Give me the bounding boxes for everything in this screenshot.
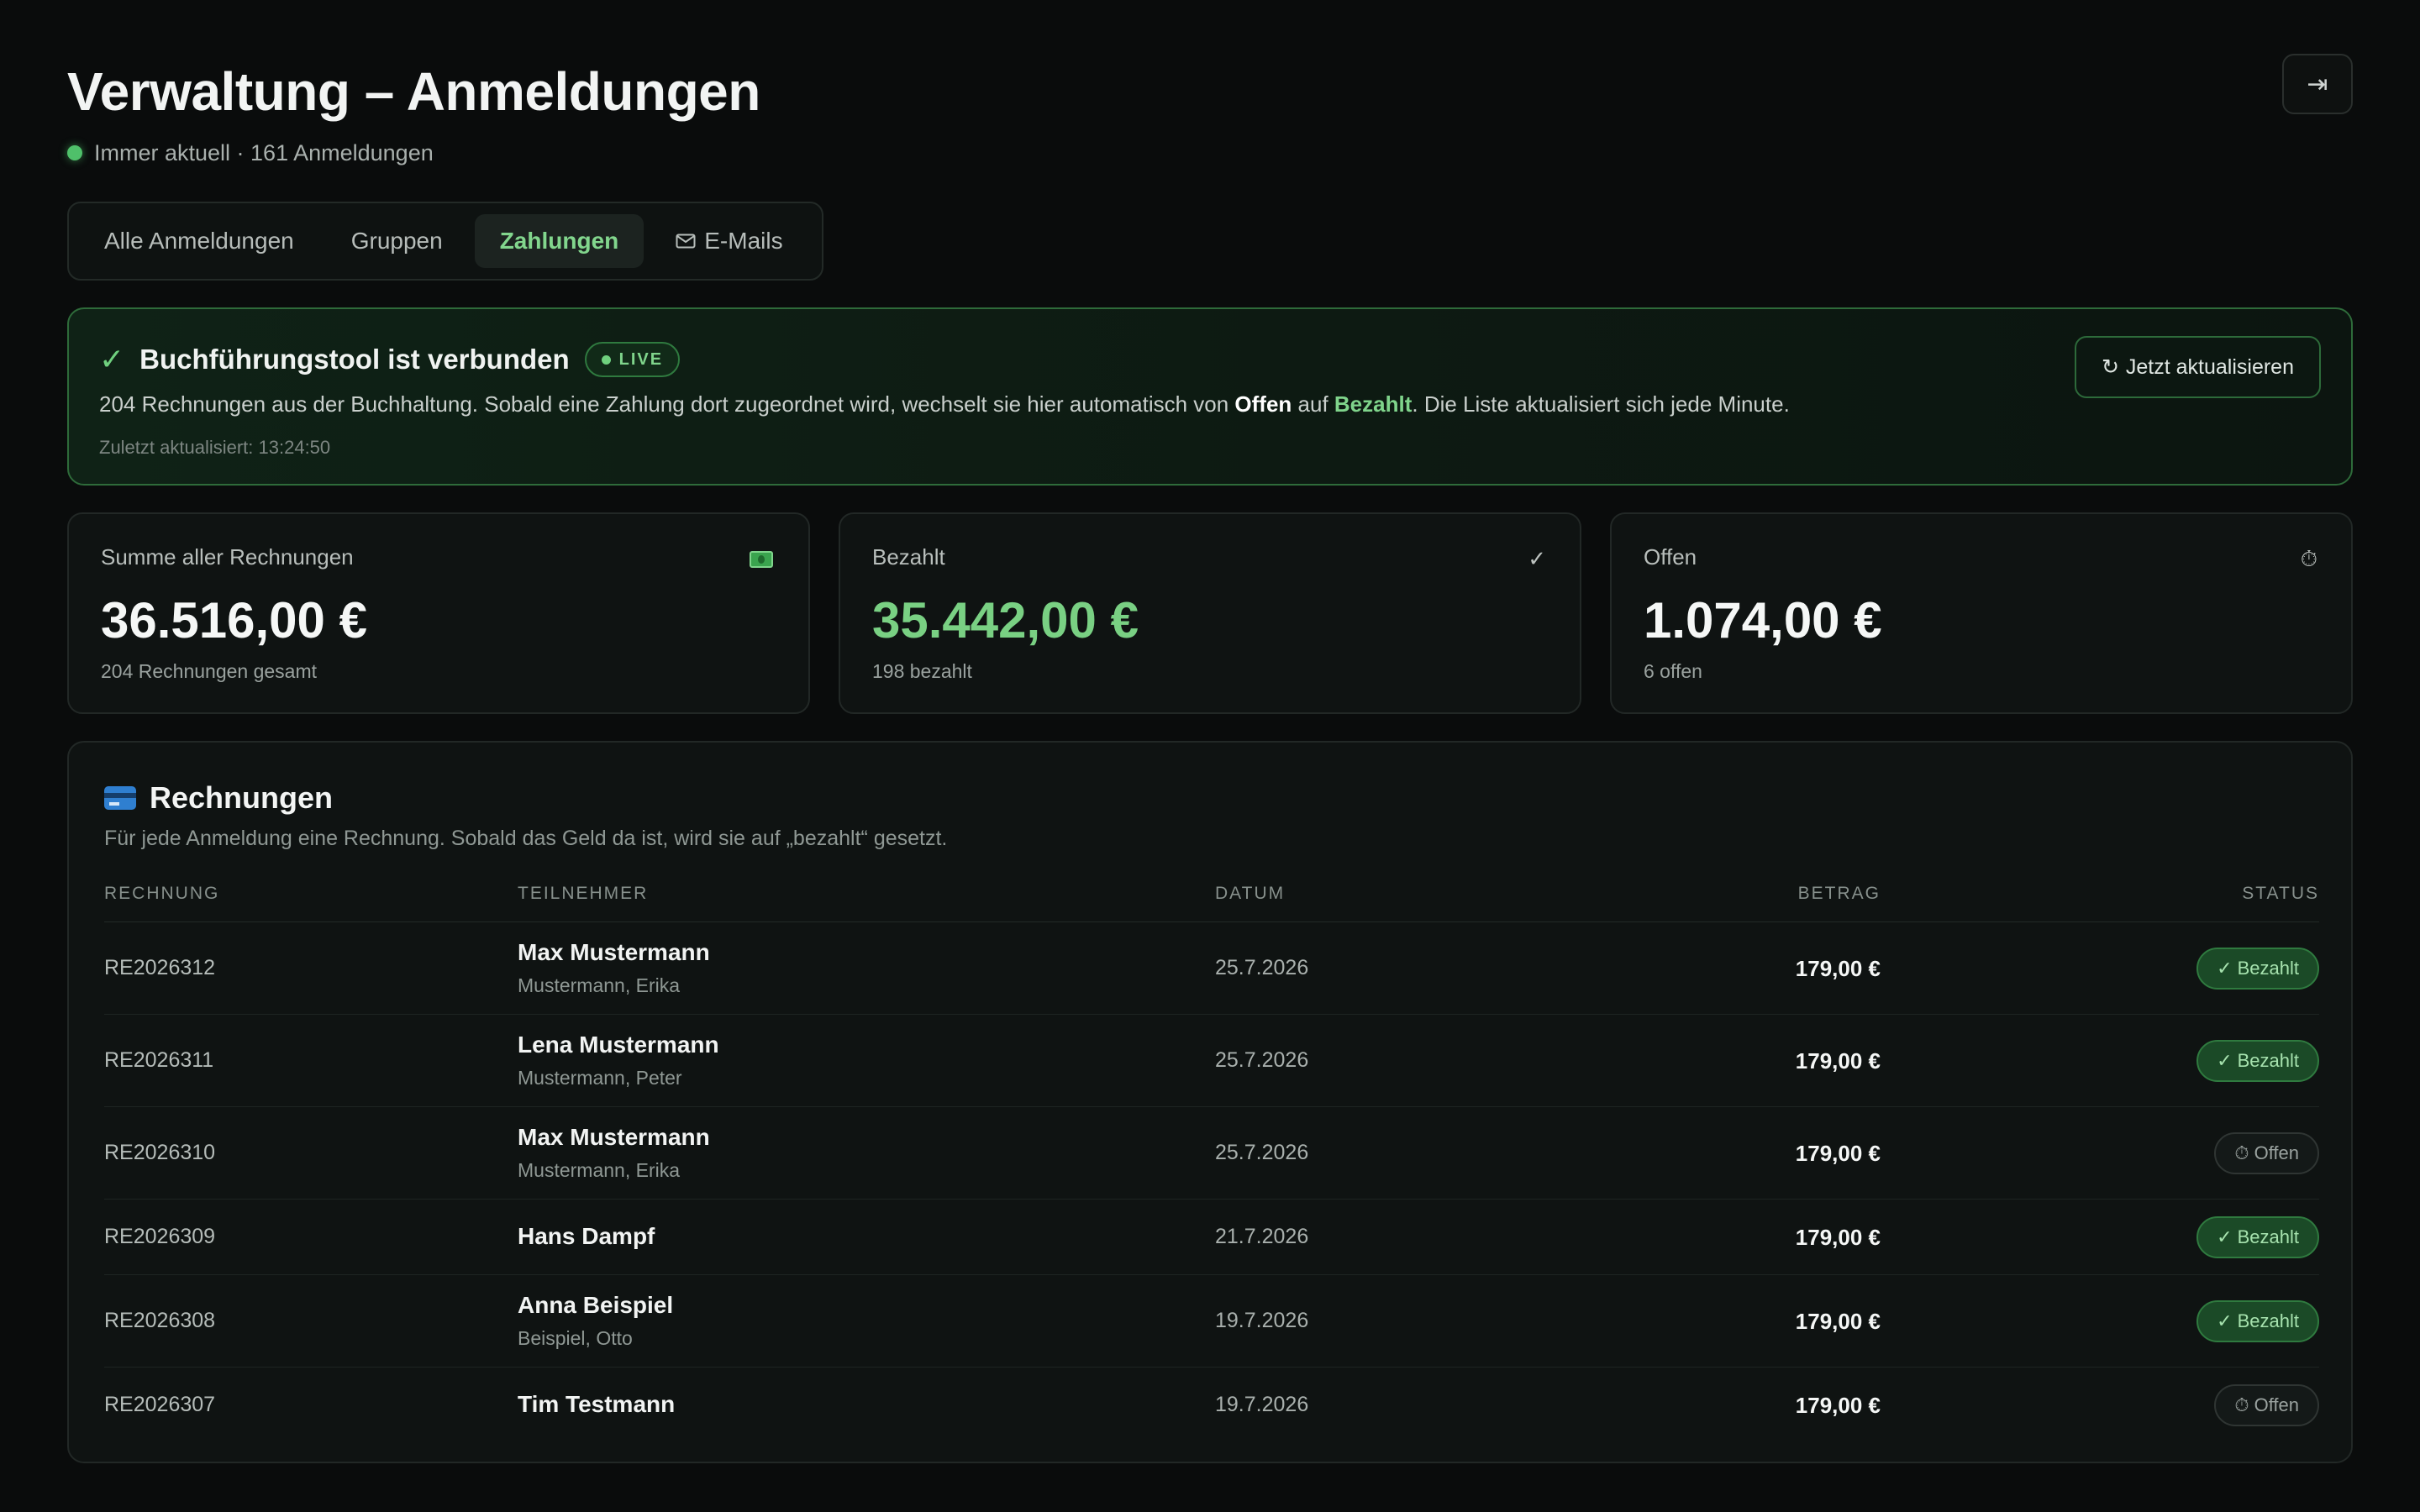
table-row[interactable]: RE2026312 Max Mustermann Mustermann, Eri… <box>104 922 2319 1015</box>
participant-name: Max Mustermann <box>518 939 710 965</box>
table-row[interactable]: RE2026307 Tim Testmann 19.7.2026 179,00 … <box>104 1368 2319 1443</box>
column-header-date: DATUM <box>1215 884 1286 903</box>
cash-icon <box>750 551 773 568</box>
live-badge: LIVE <box>584 342 681 377</box>
refresh-icon: ↻ <box>2101 355 2119 379</box>
tab-bar: Alle Anmeldungen Gruppen Zahlungen E-Mai… <box>67 202 823 281</box>
table-row[interactable]: RE2026308 Anna Beispiel Beispiel, Otto 1… <box>104 1275 2319 1368</box>
mail-icon <box>676 234 696 249</box>
stat-value: 1.074,00 € <box>1644 592 1882 648</box>
stat-sub: 204 Rechnungen gesamt <box>101 660 318 682</box>
participant-name: Anna Beispiel <box>518 1292 674 1318</box>
invoice-date: 21.7.2026 <box>1215 1225 1309 1248</box>
accounting-connected-banner: ✓ Buchführungstool ist verbunden LIVE 20… <box>67 307 2353 486</box>
participant-sub: Beispiel, Otto <box>518 1327 633 1349</box>
logout-icon: ⇥ <box>2307 70 2328 98</box>
banner-title: Buchführungstool ist verbunden <box>139 344 570 375</box>
invoice-amount: 179,00 € <box>1795 956 1881 981</box>
timer-icon: ⏱ <box>2300 546 2317 571</box>
invoices-title: Rechnungen <box>150 780 334 815</box>
participant-sub: Mustermann, Erika <box>518 974 681 996</box>
invoice-date: 25.7.2026 <box>1215 956 1309 979</box>
tab-label: E-Mails <box>704 228 783 254</box>
page-subtitle: Immer aktuell · 161 Anmeldungen <box>67 136 434 170</box>
column-header-amount: BETRAG <box>1797 884 1881 903</box>
tab-groups[interactable]: Gruppen <box>326 214 468 268</box>
desc-text: 204 Rechnungen aus der Buchhaltung. Soba… <box>99 391 1235 417</box>
table-header: RECHNUNG TEILNEHMER DATUM BETRAG STATUS <box>104 875 2319 922</box>
stat-label: Summe aller Rechnungen <box>101 544 354 570</box>
invoice-amount: 179,00 € <box>1795 1309 1881 1334</box>
live-status-dot <box>67 145 82 160</box>
logout-button[interactable]: ⇥ <box>2282 54 2353 114</box>
status-badge: ⏱ Offen <box>2214 1132 2319 1174</box>
invoice-date: 19.7.2026 <box>1215 1393 1309 1416</box>
stat-sub: 198 bezahlt <box>872 660 972 682</box>
desc-text: auf <box>1292 391 1334 417</box>
invoice-number: RE2026311 <box>104 1048 214 1072</box>
stat-sub: 6 offen <box>1644 660 1702 682</box>
credit-card-icon <box>104 786 136 810</box>
invoice-number: RE2026310 <box>104 1141 216 1164</box>
participant-name: Max Mustermann <box>518 1124 710 1150</box>
invoice-number: RE2026309 <box>104 1225 216 1248</box>
status-badge: ✓ Bezahlt <box>2196 1300 2319 1342</box>
invoices-description: Für jede Anmeldung eine Rechnung. Sobald… <box>104 827 948 850</box>
column-header-invoice: RECHNUNG <box>104 884 220 903</box>
invoice-number: RE2026307 <box>104 1393 216 1416</box>
tab-label: Gruppen <box>350 228 443 254</box>
invoice-amount: 179,00 € <box>1795 1225 1881 1250</box>
tab-all-registrations[interactable]: Alle Anmeldungen <box>79 214 319 268</box>
invoice-number: RE2026308 <box>104 1309 216 1332</box>
participant-name: Tim Testmann <box>518 1391 676 1417</box>
invoice-date: 25.7.2026 <box>1215 1141 1309 1164</box>
invoice-amount: 179,00 € <box>1795 1141 1881 1166</box>
status-badge: ✓ Bezahlt <box>2196 948 2319 990</box>
subtitle-text: Immer aktuell · 161 Anmeldungen <box>94 139 434 165</box>
table-row[interactable]: RE2026311 Lena Mustermann Mustermann, Pe… <box>104 1015 2319 1107</box>
status-badge: ⏱ Offen <box>2214 1384 2319 1426</box>
table-row[interactable]: RE2026310 Max Mustermann Mustermann, Eri… <box>104 1107 2319 1200</box>
refresh-button[interactable]: ↻ Jetzt aktualisieren <box>2074 336 2321 398</box>
status-badge: ✓ Bezahlt <box>2196 1040 2319 1082</box>
live-badge-dot <box>601 354 611 365</box>
stat-card-total: Summe aller Rechnungen 36.516,00 € 204 R… <box>67 512 810 714</box>
desc-paid: Bezahlt <box>1334 391 1413 417</box>
status-badge: ✓ Bezahlt <box>2196 1216 2319 1258</box>
stat-card-open: Offen ⏱ 1.074,00 € 6 offen <box>1610 512 2353 714</box>
page-title: Verwaltung – Anmeldungen <box>67 61 760 122</box>
live-badge-label: LIVE <box>618 349 664 369</box>
invoices-header: Rechnungen <box>104 776 333 820</box>
stat-card-paid: Bezahlt ✓ 35.442,00 € 198 bezahlt <box>839 512 1581 714</box>
stat-label: Bezahlt <box>872 544 945 570</box>
desc-text: . Die Liste aktualisiert sich jede Minut… <box>1412 391 1790 417</box>
refresh-label: Jetzt aktualisieren <box>2125 354 2294 379</box>
tab-payments[interactable]: Zahlungen <box>474 214 644 268</box>
invoice-number: RE2026312 <box>104 956 216 979</box>
participant-name: Hans Dampf <box>518 1223 655 1249</box>
participant-sub: Mustermann, Peter <box>518 1067 682 1089</box>
invoice-date: 25.7.2026 <box>1215 1048 1309 1072</box>
check-icon: ✓ <box>1528 546 1546 571</box>
invoice-amount: 179,00 € <box>1795 1393 1881 1418</box>
check-icon: ✓ <box>99 342 125 376</box>
tab-label: Alle Anmeldungen <box>104 228 294 254</box>
table-row[interactable]: RE2026309 Hans Dampf 21.7.2026 179,00 € … <box>104 1200 2319 1275</box>
participant-sub: Mustermann, Erika <box>518 1159 681 1181</box>
tab-emails[interactable]: E-Mails <box>650 214 808 268</box>
column-header-status: STATUS <box>2242 884 2319 903</box>
column-header-participant: TEILNEHMER <box>518 884 649 903</box>
invoice-amount: 179,00 € <box>1795 1048 1881 1074</box>
invoice-date: 19.7.2026 <box>1215 1309 1309 1332</box>
last-updated: Zuletzt aktualisiert: 13:24:50 <box>99 437 331 458</box>
desc-open: Offen <box>1234 391 1292 417</box>
tab-label: Zahlungen <box>499 228 619 254</box>
participant-name: Lena Mustermann <box>518 1032 719 1058</box>
banner-description: 204 Rechnungen aus der Buchhaltung. Soba… <box>99 391 1790 417</box>
stat-value: 35.442,00 € <box>872 592 1139 648</box>
stat-value: 36.516,00 € <box>101 592 367 648</box>
invoices-panel: Rechnungen Für jede Anmeldung eine Rechn… <box>67 741 2353 1463</box>
banner-header: ✓ Buchführungstool ist verbunden LIVE <box>99 339 681 380</box>
stat-label: Offen <box>1644 544 1697 570</box>
